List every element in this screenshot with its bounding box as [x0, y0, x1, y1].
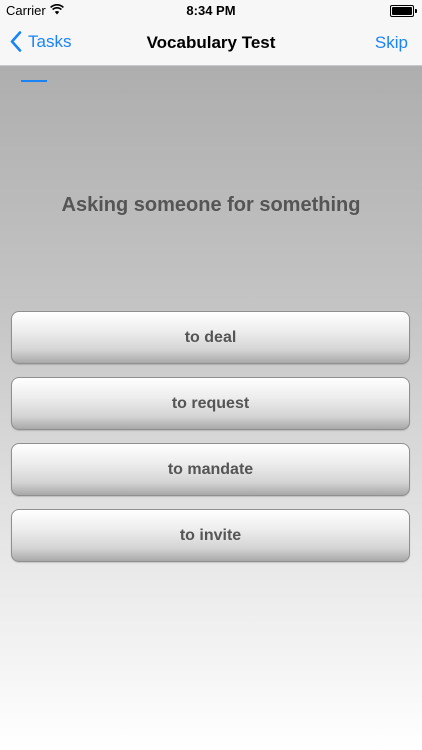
- answer-button[interactable]: to mandate: [11, 443, 410, 496]
- quiz-content: Asking someone for something to deal to …: [0, 66, 422, 750]
- answer-button[interactable]: to request: [11, 377, 410, 430]
- answer-button[interactable]: to deal: [11, 311, 410, 364]
- progress-indicator: [21, 80, 47, 82]
- status-bar: Carrier 8:34 PM: [0, 0, 422, 22]
- question-prompt: Asking someone for something: [61, 194, 361, 216]
- battery-icon: [390, 5, 417, 17]
- page-title: Vocabulary Test: [146, 33, 276, 52]
- navigation-bar: Tasks Vocabulary Test Skip: [0, 22, 422, 66]
- status-time: 8:34 PM: [186, 3, 236, 18]
- skip-button[interactable]: Skip: [375, 33, 408, 53]
- answer-button[interactable]: to invite: [11, 509, 410, 562]
